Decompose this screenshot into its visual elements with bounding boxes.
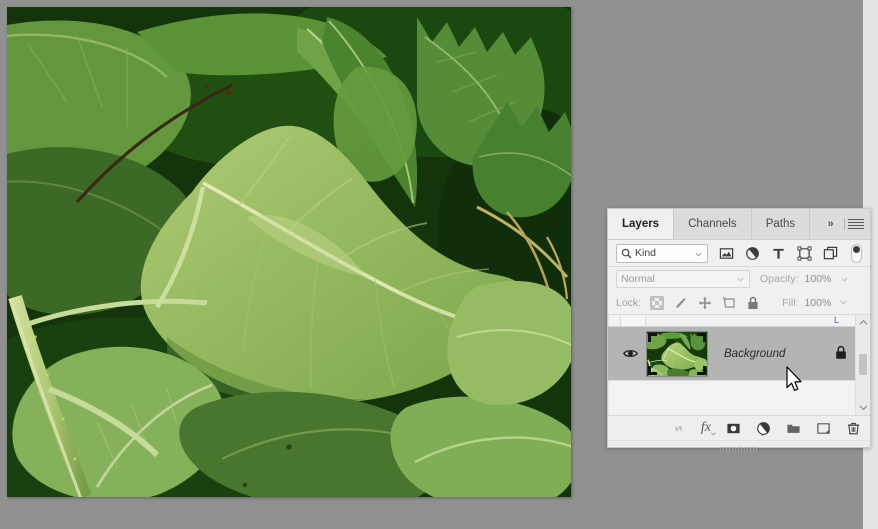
layers-list-scrollbar[interactable] <box>855 315 870 415</box>
layers-panel[interactable]: Layers Channels Paths » Kind Normal Opac… <box>607 208 871 452</box>
layer-visibility-cell[interactable] <box>618 348 642 359</box>
table-row[interactable]: Background <box>608 327 870 381</box>
layer-thumbnail[interactable] <box>646 330 708 377</box>
smart-object-filter-icon[interactable] <box>823 246 838 261</box>
type-layer-filter-icon[interactable] <box>771 246 786 261</box>
filter-enable-toggle[interactable] <box>851 243 862 263</box>
tab-bar-divider <box>844 218 845 230</box>
new-group-icon[interactable] <box>786 421 801 436</box>
panel-resize-strip[interactable] <box>608 440 870 452</box>
layer-filter-row: Kind <box>608 240 870 267</box>
tab-bar-spacer <box>810 209 819 239</box>
chevron-down-icon <box>711 432 716 436</box>
opacity-label: Opacity: <box>760 273 799 285</box>
fx-label: fx <box>700 420 711 435</box>
partial-row-marker: L <box>833 315 839 325</box>
add-layer-mask-icon[interactable] <box>726 421 741 436</box>
scrollbar-track[interactable] <box>856 330 870 400</box>
thumb-corner-mark <box>703 365 706 375</box>
blend-mode-row: Normal Opacity: 100% <box>608 267 870 291</box>
document-canvas[interactable] <box>7 7 571 497</box>
chevron-up-icon <box>859 319 867 325</box>
chevron-down-icon <box>859 405 867 411</box>
magnifier-icon <box>621 248 632 258</box>
thumb-corner-mark <box>648 365 651 375</box>
new-layer-icon[interactable] <box>816 421 831 436</box>
leaf-photograph-image <box>7 7 571 497</box>
chevron-down-icon[interactable] <box>695 251 702 258</box>
tab-channels[interactable]: Channels <box>674 209 752 239</box>
chevron-down-icon[interactable] <box>737 276 744 283</box>
filter-kind-select[interactable]: Kind <box>616 243 708 263</box>
collapse-panel-icon[interactable]: » <box>819 209 841 239</box>
link-layers-icon[interactable] <box>671 421 686 436</box>
tab-layers[interactable]: Layers <box>608 209 675 239</box>
scrollbar-thumb[interactable] <box>859 353 867 375</box>
thumb-corner-mark <box>703 332 706 342</box>
filter-kind-value: Kind <box>635 247 657 259</box>
blend-mode-select[interactable]: Normal <box>616 270 750 288</box>
application-workspace: Layers Channels Paths » Kind Normal Opac… <box>0 0 878 529</box>
chevron-down-icon[interactable] <box>840 299 847 306</box>
lock-icons <box>650 295 760 310</box>
layer-row-partial-above[interactable]: L <box>608 315 870 327</box>
chevron-down-icon[interactable] <box>841 276 848 283</box>
blend-mode-value: Normal <box>621 273 655 285</box>
tab-paths[interactable]: Paths <box>752 209 811 239</box>
layers-list[interactable]: L Background <box>608 314 870 415</box>
eye-icon[interactable] <box>622 348 638 359</box>
lock-image-pixels-icon[interactable] <box>674 296 688 310</box>
layer-name-label[interactable]: Background <box>724 348 785 360</box>
pixel-layer-filter-icon[interactable] <box>719 246 734 261</box>
lock-artboard-nesting-icon[interactable] <box>722 296 736 310</box>
lock-transparent-pixels-icon[interactable] <box>650 295 664 310</box>
lock-icon <box>836 345 846 359</box>
fill-value[interactable]: 100% <box>804 297 838 309</box>
lock-label: Lock: <box>616 296 642 309</box>
layer-style-fx-icon[interactable]: fx <box>700 420 716 436</box>
lock-position-icon[interactable] <box>698 296 712 310</box>
fill-label: Fill: <box>782 296 799 309</box>
thumb-corner-mark <box>648 332 651 342</box>
panel-resize-grip[interactable] <box>720 447 758 452</box>
layer-filter-icons <box>719 245 838 261</box>
delete-layer-icon[interactable] <box>846 421 861 436</box>
hamburger-menu-icon[interactable] <box>848 209 870 239</box>
leaf-photograph-thumbnail <box>647 331 707 376</box>
lock-row: Lock: Fill: 100% <box>608 291 870 314</box>
partial-row-remnant <box>620 316 646 326</box>
scroll-down-button[interactable] <box>856 400 870 415</box>
shape-layer-filter-icon[interactable] <box>797 245 812 261</box>
new-fill-adjustment-layer-icon[interactable] <box>756 421 771 436</box>
layer-lock-indicator[interactable] <box>834 345 848 363</box>
panel-tab-bar: Layers Channels Paths » <box>608 209 870 240</box>
opacity-value[interactable]: 100% <box>805 273 839 285</box>
adjustment-layer-filter-icon[interactable] <box>745 246 760 261</box>
scroll-up-button[interactable] <box>856 315 870 330</box>
lock-all-icon[interactable] <box>746 296 760 310</box>
layers-panel-bottom-bar: fx <box>608 415 870 440</box>
